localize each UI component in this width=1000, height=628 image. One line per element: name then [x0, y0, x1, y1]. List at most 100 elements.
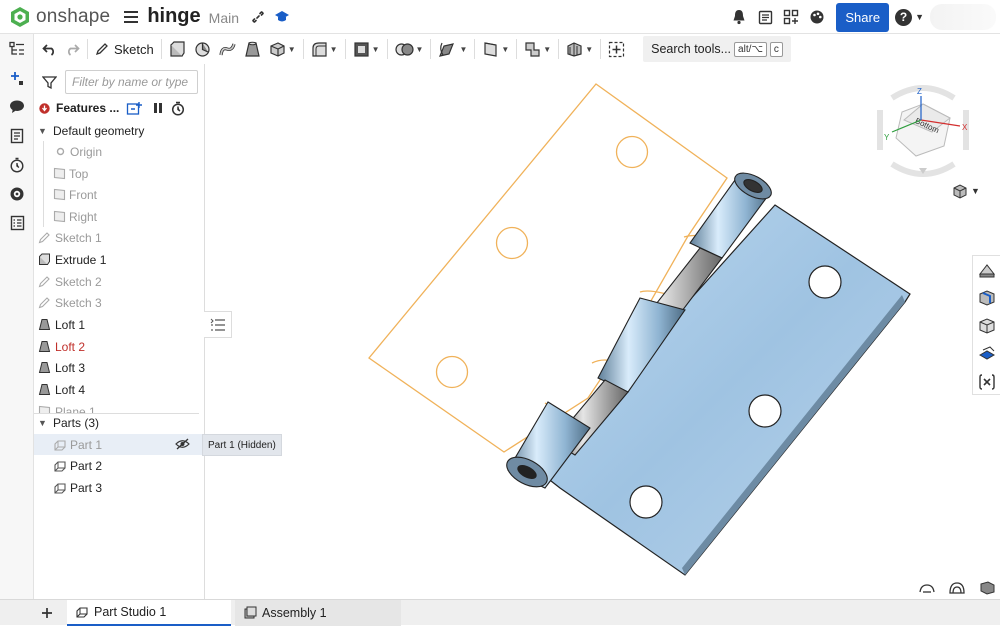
undo-button[interactable]: [38, 36, 61, 62]
eye-hidden-icon[interactable]: [175, 438, 190, 450]
section-panel-icon[interactable]: [973, 340, 1000, 368]
feature-loft-4[interactable]: Loft 4: [34, 379, 204, 400]
notes-icon[interactable]: [0, 121, 34, 150]
document-name[interactable]: hinge: [147, 5, 200, 28]
tree-item-label: Right: [69, 209, 98, 224]
sweep-button[interactable]: [215, 36, 240, 62]
chevron-down-icon[interactable]: ▼: [38, 126, 48, 136]
tab-assembly-1[interactable]: Assembly 1: [235, 600, 401, 626]
toolbar-divider: [516, 39, 518, 59]
loft-button[interactable]: [240, 36, 265, 62]
redo-button[interactable]: [61, 36, 84, 62]
share-button[interactable]: Share: [836, 2, 890, 32]
feature-list-icon[interactable]: [0, 34, 34, 63]
search-tools-button[interactable]: Search tools... alt/⌥ c: [643, 36, 791, 62]
loft-icon: [37, 383, 51, 397]
boolean-button[interactable]: ▼: [391, 36, 428, 62]
chevron-down-icon: ▼: [501, 44, 510, 54]
features-title: Features ...: [56, 101, 120, 115]
variables-icon[interactable]: [973, 368, 1000, 396]
default-geometry-folder[interactable]: ▼ Default geometry: [34, 120, 204, 141]
add-tab-button[interactable]: [34, 600, 59, 626]
notifications-icon[interactable]: [728, 6, 750, 28]
tree-item-front[interactable]: Front: [34, 184, 204, 205]
view-cube[interactable]: Bottom X Y Z: [872, 80, 974, 182]
feature-sketch-3[interactable]: Sketch 3: [34, 292, 204, 313]
assembly-icon: [244, 606, 257, 619]
user-avatar[interactable]: [930, 4, 996, 30]
add-folder-icon[interactable]: [126, 101, 143, 116]
tab-label: Part Studio 1: [94, 605, 167, 619]
sketch-profile-icon[interactable]: [912, 578, 942, 598]
configurations-icon[interactable]: [973, 312, 1000, 340]
insert-icon[interactable]: [0, 63, 34, 92]
part-3[interactable]: Part 3: [34, 477, 204, 498]
revolve-button[interactable]: [190, 36, 215, 62]
add-custom-feature-button[interactable]: [604, 36, 629, 62]
tree-item-right[interactable]: Right: [34, 206, 204, 227]
screw-hole[interactable]: [629, 485, 663, 519]
shell-button[interactable]: ▼: [349, 36, 384, 62]
sketch-button[interactable]: Sketch: [91, 36, 158, 62]
learning-center-icon[interactable]: [271, 6, 293, 28]
help-menu[interactable]: ? ▼: [895, 8, 924, 26]
add-icon: [609, 41, 625, 57]
plane-icon: [484, 41, 497, 57]
boolean-icon: [394, 42, 414, 56]
chevron-down-icon[interactable]: ▼: [38, 418, 48, 428]
right-tool-stack: [972, 255, 1000, 395]
transform-button[interactable]: ▼: [434, 36, 471, 62]
appearance-panel-icon[interactable]: [973, 256, 1000, 284]
history-icon[interactable]: [0, 150, 34, 179]
feature-loft-3[interactable]: Loft 3: [34, 357, 204, 378]
plane-button[interactable]: ▼: [478, 36, 513, 62]
fillet-button[interactable]: ▼: [307, 36, 342, 62]
loft-icon: [244, 41, 260, 57]
feature-extrude-1[interactable]: Extrude 1: [34, 249, 204, 270]
tree-item-origin[interactable]: Origin: [34, 141, 204, 162]
mass-properties-icon[interactable]: [973, 284, 1000, 312]
appearance-icon[interactable]: [806, 6, 828, 28]
part-2[interactable]: Part 2: [34, 455, 204, 476]
pencil-icon: [95, 43, 108, 56]
pause-icon[interactable]: [153, 102, 163, 114]
thicken-button[interactable]: ▼: [265, 36, 300, 62]
toolbar-divider: [474, 39, 476, 59]
dome-view-icon[interactable]: [942, 578, 972, 598]
feature-sketch-2[interactable]: Sketch 2: [34, 271, 204, 292]
thicken-icon: [270, 41, 285, 57]
comments-icon[interactable]: [0, 92, 34, 121]
feature-loft-1[interactable]: Loft 1: [34, 314, 204, 335]
sheet-metal-button[interactable]: ▼: [520, 36, 555, 62]
screw-hole[interactable]: [748, 394, 782, 428]
filter-icon[interactable]: [42, 75, 57, 90]
measure-icon[interactable]: [0, 179, 34, 208]
filter-input[interactable]: [65, 70, 198, 94]
left-rail: [0, 34, 34, 621]
view-mode-dropdown[interactable]: ▼: [952, 183, 980, 199]
error-icon[interactable]: [39, 102, 50, 114]
tab-part-studio-1[interactable]: Part Studio 1: [67, 600, 231, 626]
section-view-button[interactable]: ▼: [562, 36, 597, 62]
section-toggle-icon[interactable]: [972, 578, 1000, 598]
parts-folder[interactable]: ▼ Parts (3): [34, 412, 204, 433]
tree-item-top[interactable]: Top: [34, 163, 204, 184]
feature-loft-2[interactable]: Loft 2: [34, 336, 204, 357]
extrude-button[interactable]: [165, 36, 190, 62]
feature-sketch-1[interactable]: Sketch 1: [34, 227, 204, 248]
stopwatch-icon[interactable]: [171, 101, 185, 116]
properties-icon[interactable]: [0, 208, 34, 237]
revolve-icon: [195, 41, 210, 57]
part-label: Part 3: [70, 480, 103, 495]
screw-hole[interactable]: [808, 265, 842, 299]
onshape-logo[interactable]: onshape: [10, 6, 110, 28]
workspace-name[interactable]: Main: [209, 10, 239, 26]
part-1[interactable]: Part 1: [34, 434, 204, 455]
link-icon[interactable]: [247, 6, 269, 28]
app-store-icon[interactable]: [780, 6, 802, 28]
versions-icon[interactable]: [754, 6, 776, 28]
menu-icon[interactable]: [124, 10, 139, 23]
extrude-icon: [37, 253, 51, 267]
bottom-right-tools: [912, 578, 1000, 598]
feature-panel: Features ... ▼ Default geometry Origin T…: [34, 64, 205, 599]
